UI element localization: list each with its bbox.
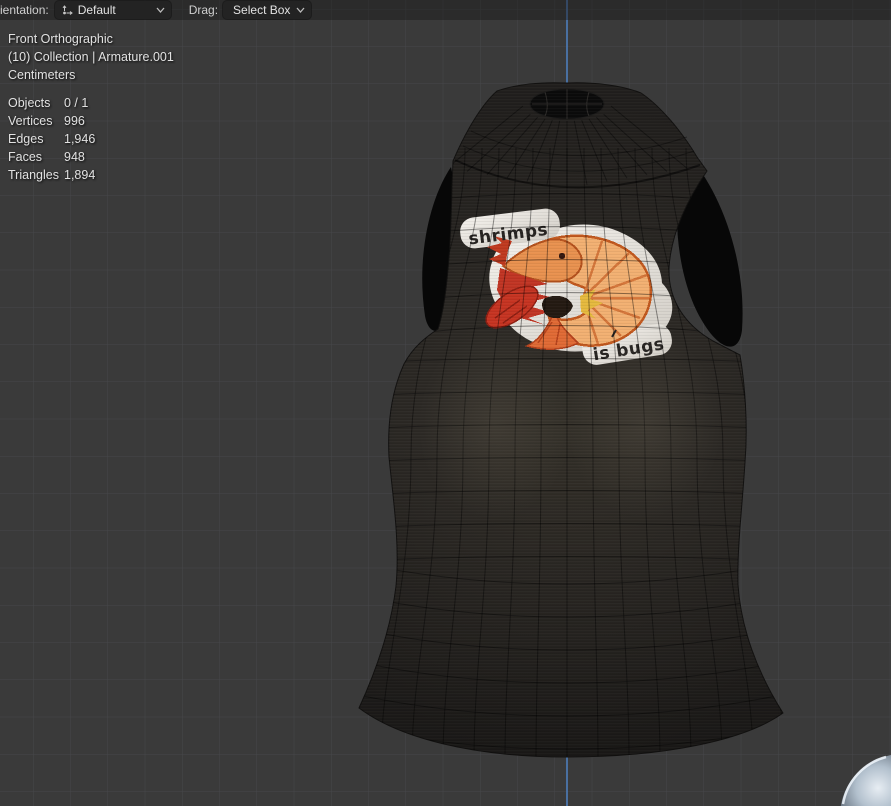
transform-orientation-icon <box>61 4 74 17</box>
viewport-info: Front Orthographic (10) Collection | Arm… <box>8 30 174 84</box>
stat-row-faces: Faces 948 <box>8 150 85 164</box>
orientation-value: Default <box>77 3 116 17</box>
stat-row-vertices: Vertices 996 <box>8 114 85 128</box>
blender-3d-viewport: shrimps is bugs ientation: <box>0 0 891 806</box>
stat-row-objects: Objects 0 / 1 <box>8 96 89 110</box>
viewport-3d-scene[interactable]: shrimps is bugs <box>0 0 891 806</box>
statistics-overlay: Objects 0 / 1 Vertices 996 Edges 1,946 F… <box>8 94 95 184</box>
units-label: Centimeters <box>8 68 76 82</box>
transform-orientation-dropdown[interactable]: Default <box>54 1 171 19</box>
orientation-label: ientation: <box>0 3 49 17</box>
tool-settings-bar: ientation: Default Drag: Select Box <box>0 0 891 20</box>
view-name-label: Front Orthographic <box>8 32 113 46</box>
collection-label: (10) Collection | Armature.001 <box>8 50 174 64</box>
select-tool-dropdown[interactable]: Select Box <box>223 1 312 19</box>
chevron-down-icon <box>156 7 165 13</box>
drag-value: Select Box <box>233 3 291 17</box>
drag-label: Drag: <box>188 3 219 17</box>
stat-row-edges: Edges 1,946 <box>8 132 96 146</box>
chevron-down-icon <box>296 7 305 13</box>
stat-row-triangles: Triangles 1,894 <box>8 168 96 182</box>
